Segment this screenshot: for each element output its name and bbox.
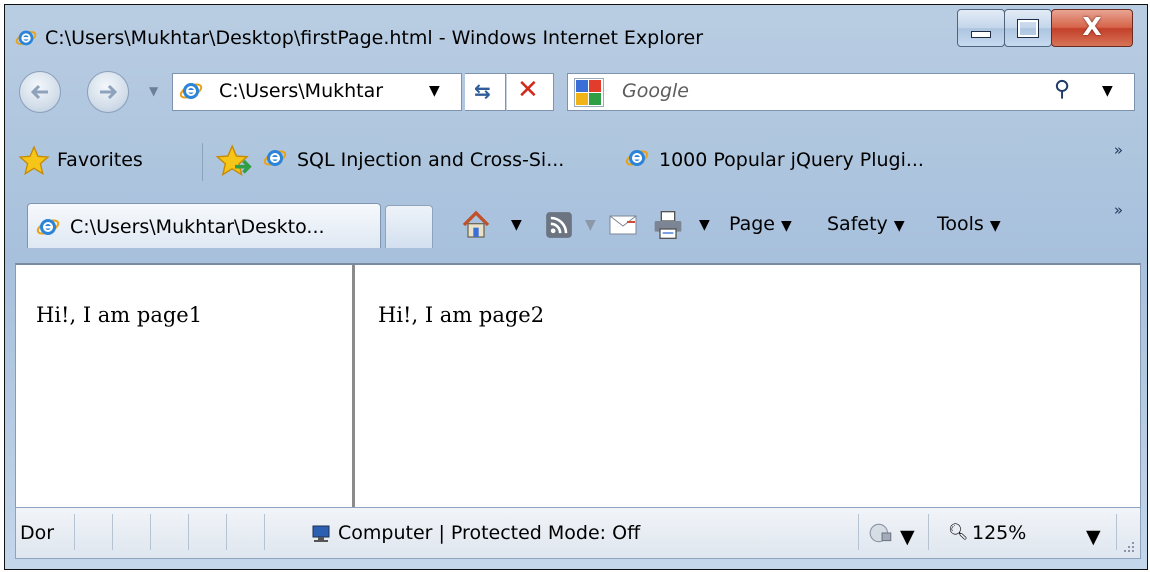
screenshot-frame: C:\Users\Mukhtar\Desktop\firstPage.html … (4, 4, 1148, 570)
feeds-dropdown[interactable]: ▼ (585, 217, 596, 233)
status-divider (928, 514, 929, 550)
recent-pages-dropdown[interactable]: ▼ (149, 84, 158, 98)
refresh-button[interactable]: ⇆ (465, 73, 506, 111)
status-divider (226, 514, 227, 550)
status-divider (112, 514, 113, 550)
page-content: Hi!, I am page1 Hi!, I am page2 (15, 263, 1141, 509)
close-icon: X (1082, 12, 1102, 41)
stop-icon: ✕ (517, 75, 539, 105)
caption-buttons: X (957, 9, 1133, 47)
home-icon[interactable] (459, 209, 493, 241)
page-menu-dropdown: ▼ (781, 218, 792, 234)
ie-logo-icon (15, 30, 37, 46)
print-dropdown[interactable]: ▼ (699, 217, 710, 233)
back-button[interactable] (19, 71, 61, 113)
computer-icon (312, 525, 330, 542)
zoom-level[interactable]: 125% (972, 522, 1026, 544)
status-divider (264, 514, 265, 550)
search-box[interactable]: Google ⚲ ▼ (567, 73, 1135, 111)
frame-right[interactable]: Hi!, I am page2 (356, 265, 1136, 509)
search-input[interactable]: Google (622, 80, 689, 102)
window-title: C:\Users\Mukhtar\Desktop\firstPage.html … (45, 27, 704, 49)
tab-label: C:\Users\Mukhtar\Deskto... (70, 216, 325, 238)
new-tab-button[interactable] (385, 205, 433, 248)
frame-left[interactable]: Hi!, I am page1 (16, 265, 355, 509)
safety-menu[interactable]: Safety ▼ (827, 213, 905, 235)
favorites-star-icon (18, 145, 50, 176)
status-divider (1116, 514, 1117, 550)
tools-menu-dropdown: ▼ (989, 218, 1001, 234)
page-menu-label: Page (729, 213, 775, 235)
zoom-dropdown[interactable]: ▼ (1086, 526, 1101, 548)
ie-logo-icon (179, 83, 203, 99)
favorite-link-sql-injection[interactable]: SQL Injection and Cross-Si... (297, 149, 564, 171)
ie-logo-icon (263, 150, 287, 166)
back-arrow-icon (30, 84, 48, 100)
resize-grip-icon[interactable] (1122, 540, 1136, 554)
status-divider (858, 514, 859, 550)
home-dropdown[interactable]: ▼ (511, 217, 522, 233)
refresh-icon: ⇆ (474, 79, 491, 103)
read-mail-icon[interactable] (609, 213, 639, 237)
title-bar[interactable]: C:\Users\Mukhtar\Desktop\firstPage.html … (5, 5, 1147, 61)
status-divider (188, 514, 189, 550)
close-button[interactable]: X (1051, 9, 1133, 47)
minimize-button[interactable] (957, 9, 1005, 47)
browser-window: C:\Users\Mukhtar\Desktop\firstPage.html … (5, 5, 1147, 569)
google-icon (574, 78, 604, 107)
forward-button[interactable] (87, 71, 129, 113)
toolbar-divider (202, 143, 203, 181)
navigation-bar: ▼ C:\Users\Mukhtar ▼ ⇆ ✕ Google ⚲ ▼ (5, 63, 1147, 123)
safety-menu-label: Safety (827, 213, 888, 235)
status-divider (150, 514, 151, 550)
stop-button[interactable]: ✕ (506, 73, 554, 111)
ie-logo-icon (36, 219, 60, 235)
zoom-icon: 🔍︎ (948, 522, 969, 541)
maximize-button[interactable] (1004, 9, 1052, 47)
globe-lock-icon[interactable] (868, 522, 894, 544)
tools-menu[interactable]: Tools ▼ (937, 213, 1001, 235)
frame-left-text: Hi!, I am page1 (36, 303, 203, 327)
address-dropdown[interactable]: ▼ (429, 83, 440, 99)
status-bar: Dor Computer | Protected Mode: Off ▼ 🔍︎ … (15, 507, 1141, 559)
forward-arrow-icon (100, 84, 118, 100)
tab-current-page[interactable]: C:\Users\Mukhtar\Deskto... (27, 203, 381, 248)
add-favorite-icon[interactable] (215, 144, 255, 178)
search-options-dropdown[interactable]: ▼ (1102, 83, 1113, 99)
ie-logo-icon (625, 150, 649, 166)
address-input[interactable]: C:\Users\Mukhtar (219, 80, 383, 102)
tools-menu-label: Tools (937, 213, 984, 235)
page-menu[interactable]: Page ▼ (729, 213, 792, 235)
status-text: Dor (20, 522, 55, 544)
favorites-overflow-chevron[interactable]: » (1114, 141, 1123, 159)
safety-menu-dropdown: ▼ (893, 218, 905, 234)
favorites-button[interactable]: Favorites (57, 149, 143, 171)
address-bar[interactable]: C:\Users\Mukhtar ▼ (172, 73, 462, 111)
favorites-bar: Favorites SQL Injection and Cross-Si... … (5, 129, 1147, 193)
security-zone-text[interactable]: Computer | Protected Mode: Off (338, 522, 640, 544)
command-overflow-chevron[interactable]: » (1114, 201, 1123, 219)
protected-mode-dropdown[interactable]: ▼ (900, 526, 915, 548)
minimize-icon (971, 31, 991, 38)
frame-right-text: Hi!, I am page2 (378, 303, 545, 327)
status-divider (74, 514, 75, 550)
favorite-link-jquery-plugins[interactable]: 1000 Popular jQuery Plugi... (659, 149, 924, 171)
tab-bar: C:\Users\Mukhtar\Deskto... ▼ ▼ ▼ Page ▼ … (5, 195, 1147, 263)
search-icon[interactable]: ⚲ (1054, 77, 1070, 102)
print-icon[interactable] (651, 209, 685, 241)
feeds-icon[interactable] (545, 211, 573, 239)
maximize-icon (1017, 19, 1039, 38)
